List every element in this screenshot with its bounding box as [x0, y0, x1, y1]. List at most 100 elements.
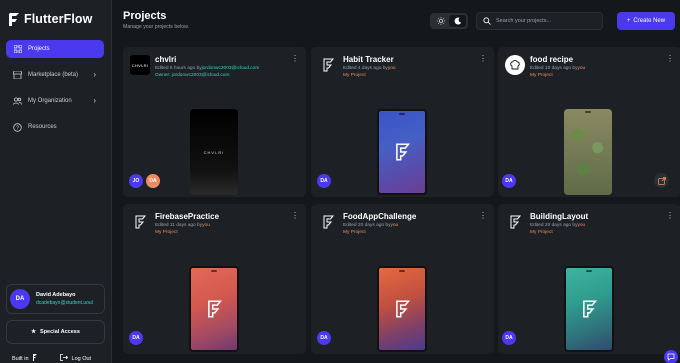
project-edited: Edited 4 days ago byyou	[343, 66, 396, 71]
chat-icon	[667, 353, 675, 361]
plus-icon: +	[626, 18, 631, 24]
phone-notch	[399, 113, 405, 115]
project-card-building-layout[interactable]: BuildingLayout Edited 20 days ago byyou …	[498, 204, 680, 354]
sidebar-nav: Projects Marketplace (beta) › My Organiz…	[6, 40, 104, 144]
project-name: Habit Tracker	[343, 55, 394, 64]
logout-icon	[59, 354, 68, 363]
avatar: DA	[502, 331, 516, 345]
more-options-icon[interactable]: ⋮	[291, 55, 299, 63]
project-tag: My Project	[530, 73, 553, 78]
project-owner: Owner: jordonwc2003@icloud.com	[155, 73, 230, 78]
project-edited: Edited 11 days ago byyou	[155, 223, 210, 228]
sidebar-footer: Built in Log Out	[12, 354, 102, 363]
app-name: FlutterFlow	[24, 12, 93, 26]
avatar: DA	[502, 174, 516, 188]
page-subtitle: Manage your projects below.	[123, 24, 190, 30]
sun-icon	[436, 17, 445, 25]
flutterflow-logo-icon	[583, 300, 598, 318]
flutterflow-logo-icon	[208, 300, 223, 318]
help-circle-icon: ?	[13, 122, 22, 132]
more-options-icon[interactable]: ⋮	[666, 212, 674, 220]
sidebar-item-marketplace[interactable]: Marketplace (beta) ›	[6, 66, 104, 84]
phone-notch	[399, 270, 405, 272]
more-options-icon[interactable]: ⋮	[479, 212, 487, 220]
app-logo[interactable]: FlutterFlow	[8, 12, 92, 26]
user-info: David Adebayo dcadebayo@student.uoul	[36, 292, 93, 306]
project-card-food-recipe[interactable]: food recipe Edited 10 days ago byyou My …	[498, 47, 680, 197]
project-edited: Edited 6 hours ago byjordonwc2003@icloud…	[155, 66, 259, 71]
people-icon	[13, 97, 22, 106]
open-external-button[interactable]	[654, 173, 669, 188]
phone-notch	[211, 270, 217, 272]
project-thumbnail	[377, 109, 427, 195]
page-title: Projects	[123, 10, 167, 22]
avatar: DA	[10, 289, 30, 309]
project-tag: My Project	[343, 230, 366, 235]
chef-hat-icon	[505, 55, 525, 75]
user-card[interactable]: DA David Adebayo dcadebayo@student.uoul	[6, 284, 105, 314]
chat-support-button[interactable]	[664, 350, 678, 363]
project-thumbnail: CHVLRI	[190, 109, 238, 195]
user-email: dcadebayo@student.uoul	[36, 300, 93, 306]
project-name: FirebasePractice	[155, 212, 220, 221]
sidebar-item-label: Projects	[28, 46, 50, 52]
flutter-icon	[32, 354, 38, 363]
flutterflow-logo-icon	[505, 212, 525, 232]
sidebar-item-label: My Organization	[28, 98, 72, 104]
phone-notch	[585, 111, 591, 113]
create-new-button[interactable]: + Create New	[617, 12, 675, 30]
more-options-icon[interactable]: ⋮	[479, 55, 487, 63]
project-edited: Edited 20 days ago byyou	[530, 223, 585, 228]
edited-text: Edited 20 days ago by	[343, 223, 391, 228]
sidebar-item-organization[interactable]: My Organization ›	[6, 92, 104, 110]
project-thumbnail	[377, 266, 427, 352]
flutterflow-logo-icon	[396, 143, 411, 161]
project-card-chvlri[interactable]: CHVLRI chvlri Edited 6 hours ago byjordo…	[123, 47, 306, 197]
more-options-icon[interactable]: ⋮	[666, 55, 674, 63]
editor: jordonwc2003@icloud.com	[201, 66, 260, 71]
special-access-button[interactable]: ★ Special Access	[6, 320, 105, 344]
phone-notch	[586, 270, 592, 272]
project-card-firebase-practice[interactable]: FirebasePractice Edited 11 days ago byyo…	[123, 204, 306, 354]
edited-text: Edited 20 days ago by	[530, 223, 578, 228]
avatar: DA	[129, 331, 143, 345]
edited-text: Edited 10 days ago by	[530, 66, 578, 71]
create-new-label: Create New	[633, 18, 666, 24]
search-icon	[483, 17, 491, 25]
dark-mode-option[interactable]	[449, 15, 466, 27]
sidebar-item-label: Marketplace (beta)	[28, 72, 79, 78]
project-name: chvlri	[155, 55, 177, 64]
project-tag: My Project	[155, 230, 178, 235]
project-icon: CHVLRI	[130, 55, 150, 75]
grid-icon	[13, 45, 22, 54]
theme-toggle[interactable]	[430, 13, 468, 29]
editor: you	[387, 66, 396, 71]
sidebar-item-label: Resources	[28, 124, 57, 130]
editor: you	[577, 223, 586, 228]
built-in-label: Built in	[12, 355, 29, 362]
project-thumbnail	[564, 266, 614, 352]
project-name: FoodAppChallenge	[343, 212, 417, 221]
sidebar-item-projects[interactable]: Projects	[6, 40, 104, 58]
special-access-label: Special Access	[40, 329, 80, 335]
project-name: food recipe	[530, 55, 574, 64]
thumbnail-text: CHVLRI	[203, 149, 225, 155]
sidebar-item-resources[interactable]: ? Resources	[6, 118, 104, 136]
edited-text: Edited 6 hours ago by	[155, 66, 202, 71]
project-name: BuildingLayout	[530, 212, 589, 221]
project-thumbnail	[564, 109, 612, 195]
project-edited: Edited 10 days ago byyou	[530, 66, 585, 71]
open-external-icon	[657, 176, 666, 185]
light-mode-option[interactable]	[432, 15, 449, 27]
avatar: DA	[146, 174, 160, 188]
store-icon	[13, 71, 22, 80]
log-out-button[interactable]: Log Out	[59, 354, 91, 363]
project-card-food-app-challenge[interactable]: FoodAppChallenge Edited 20 days ago byyo…	[311, 204, 494, 354]
avatar: DA	[317, 331, 331, 345]
more-options-icon[interactable]: ⋮	[291, 212, 299, 220]
flutterflow-logo-icon	[318, 212, 338, 232]
project-card-habit-tracker[interactable]: Habit Tracker Edited 4 days ago byyou My…	[311, 47, 494, 197]
project-edited: Edited 20 days ago byyou	[343, 223, 398, 228]
search-box[interactable]	[476, 12, 603, 30]
search-input[interactable]	[496, 18, 596, 24]
